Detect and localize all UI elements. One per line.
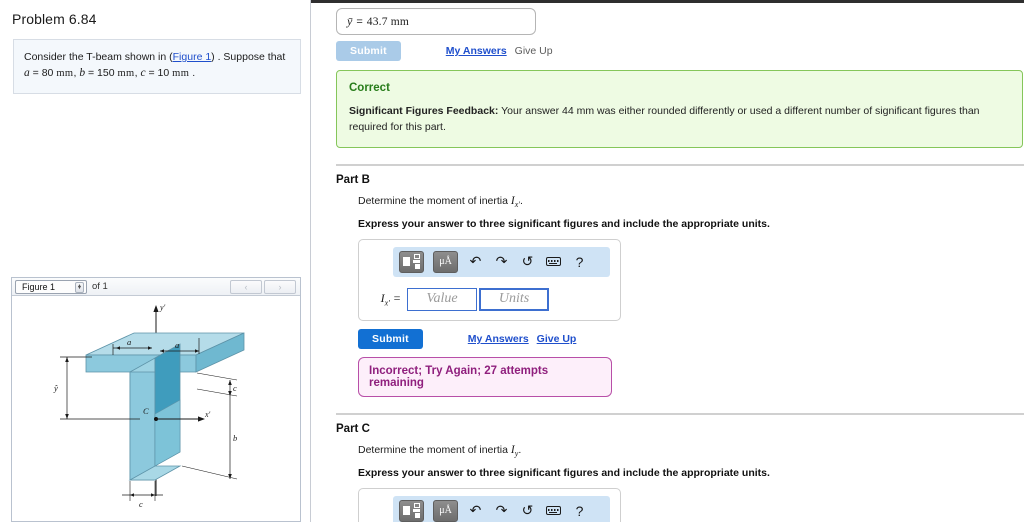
page-title: Problem 6.84 bbox=[12, 11, 97, 27]
help-icon[interactable]: ? bbox=[571, 501, 588, 521]
part-b-submit-button[interactable]: Submit bbox=[358, 328, 423, 349]
redo-icon[interactable]: ↷ bbox=[493, 252, 510, 272]
part-b-incorrect-feedback: Incorrect; Try Again; 27 attempts remain… bbox=[358, 356, 612, 397]
part-b-prompt: Determine the moment of inertia Ix'. bbox=[358, 195, 1024, 209]
given-a-var: a bbox=[24, 67, 30, 80]
redo-icon[interactable]: ↷ bbox=[493, 501, 510, 521]
figure-1-link[interactable]: Figure 1 bbox=[173, 51, 212, 63]
left-problem-panel: Problem 6.84 Consider the T-beam shown i… bbox=[0, 0, 311, 522]
part-b-answer-card: μÅ ↶ ↷ ↺ ? Ix' = Value Units bbox=[358, 238, 621, 321]
dim-label-b: b bbox=[233, 433, 237, 443]
reset-icon[interactable]: ↺ bbox=[519, 501, 536, 521]
part-b-instruction: Express your answer to three significant… bbox=[358, 217, 770, 230]
part-b-prompt-post: . bbox=[520, 194, 523, 207]
part-a-equals: = bbox=[356, 15, 363, 28]
template-icon[interactable] bbox=[399, 499, 424, 522]
right-answer-panel: ȳ = 43.7 mm Submit My Answers Give Up Co… bbox=[311, 0, 1024, 522]
part-b-give-up-link[interactable]: Give Up bbox=[537, 333, 577, 345]
feedback-heading: Correct bbox=[349, 82, 390, 94]
part-c-prompt-post: . bbox=[518, 443, 522, 456]
top-divider bbox=[311, 0, 1024, 3]
figure-count-label: of 1 bbox=[92, 281, 108, 292]
dim-label-a-right: a bbox=[175, 340, 179, 350]
figure-next-button[interactable]: › bbox=[264, 279, 296, 294]
part-b-units-input[interactable]: Units bbox=[479, 287, 549, 311]
given-a-unit: mm bbox=[56, 68, 74, 80]
part-a-answer-value: 43.7 mm bbox=[366, 15, 410, 28]
part-b-field-row: Ix' = Value Units bbox=[369, 287, 620, 311]
keyboard-icon[interactable] bbox=[545, 501, 562, 521]
given-c-unit: mm bbox=[172, 68, 190, 80]
units-glyph: μÅ bbox=[439, 504, 452, 516]
part-c-divider bbox=[336, 412, 1024, 415]
part-b-title: Part B bbox=[336, 173, 370, 186]
part-c-prompt-pre: Determine the moment of inertia bbox=[358, 443, 511, 456]
undo-icon[interactable]: ↶ bbox=[467, 252, 484, 272]
units-icon[interactable]: μÅ bbox=[433, 499, 458, 522]
units-glyph: μÅ bbox=[439, 255, 452, 267]
figure-panel-header: Figure 1 ▲ ▼ of 1 ‹ › bbox=[12, 278, 300, 296]
part-a-give-up-link[interactable]: Give Up bbox=[515, 45, 553, 57]
part-a-my-answers-link[interactable]: My Answers bbox=[446, 45, 507, 57]
given-c-var: c bbox=[140, 67, 146, 80]
given-b-eq: = 150 bbox=[87, 67, 115, 80]
dim-label-c-web: c bbox=[139, 499, 143, 509]
figure-image-area: y' a a ŷ C x' c b c bbox=[12, 296, 300, 521]
page-root: Problem 6.84 Consider the T-beam shown i… bbox=[0, 0, 1024, 522]
given-b-unit: mm bbox=[117, 68, 135, 80]
figure-prev-button[interactable]: ‹ bbox=[230, 279, 262, 294]
part-b-value-input[interactable]: Value bbox=[407, 287, 477, 311]
figure-nav: ‹ › bbox=[230, 279, 297, 294]
figure-panel: Figure 1 ▲ ▼ of 1 ‹ › y' a a ŷ C x' c b … bbox=[11, 277, 301, 522]
help-icon[interactable]: ? bbox=[571, 252, 588, 272]
part-c-answer-card: μÅ ↶ ↷ ↺ ? Iy = Value Units bbox=[358, 487, 621, 522]
part-b-prompt-pre: Determine the moment of inertia bbox=[358, 194, 511, 207]
t-beam-diagram: y' a a ŷ C x' c b c bbox=[53, 303, 245, 509]
part-b-my-answers-link[interactable]: My Answers bbox=[468, 333, 529, 345]
part-c-instruction: Express your answer to three significant… bbox=[358, 466, 770, 479]
figure-select-value: Figure 1 bbox=[22, 281, 56, 292]
part-b-action-row: Submit My Answers Give Up bbox=[358, 328, 1024, 349]
part-b-field-label: Ix' = bbox=[380, 291, 401, 308]
dim-label-ybar: ŷ bbox=[53, 383, 58, 393]
keyboard-icon[interactable] bbox=[545, 252, 562, 272]
reset-icon[interactable]: ↺ bbox=[519, 252, 536, 272]
statement-text-post: ) . Suppose that bbox=[211, 51, 286, 63]
part-a-submit-button[interactable]: Submit bbox=[336, 41, 401, 61]
figure-select[interactable]: Figure 1 ▲ ▼ bbox=[15, 279, 87, 294]
units-icon[interactable]: μÅ bbox=[433, 250, 458, 273]
part-a-answer-field[interactable]: ȳ = 43.7 mm bbox=[336, 8, 536, 35]
template-icon[interactable] bbox=[399, 250, 424, 273]
template-glyph bbox=[403, 254, 420, 270]
feedback-body-bold: Significant Figures Feedback: bbox=[349, 105, 499, 118]
undo-icon[interactable]: ↶ bbox=[467, 501, 484, 521]
feedback-body: Significant Figures Feedback: Your answe… bbox=[349, 105, 980, 133]
axis-label-y: y' bbox=[159, 303, 166, 312]
chevron-updown-icon: ▲ ▼ bbox=[75, 281, 84, 293]
given-c-eq: = 10 bbox=[148, 67, 170, 80]
part-a-answer-label: ȳ bbox=[347, 14, 353, 28]
dim-label-a-left: a bbox=[127, 337, 131, 347]
given-b-var: b bbox=[79, 67, 86, 80]
given-a-eq: = 80 bbox=[32, 67, 54, 80]
centroid-label: C bbox=[143, 406, 149, 416]
part-a-correct-feedback: Correct Significant Figures Feedback: Yo… bbox=[336, 70, 1023, 148]
problem-statement-box: Consider the T-beam shown in (Figure 1) … bbox=[13, 39, 301, 95]
part-b-field-sub: x' bbox=[384, 298, 390, 308]
statement-text-pre: Consider the T-beam shown in ( bbox=[24, 51, 173, 63]
part-a-action-row: Submit My Answers Give Up bbox=[336, 41, 1024, 61]
part-c-prompt: Determine the moment of inertia Iy. bbox=[358, 444, 1024, 458]
part-b-divider bbox=[336, 163, 1024, 166]
axis-label-x: x' bbox=[204, 410, 211, 419]
part-b-toolbar: μÅ ↶ ↷ ↺ ? bbox=[393, 246, 610, 277]
part-c-title: Part C bbox=[336, 422, 370, 435]
dim-label-c-flange: c bbox=[233, 383, 237, 393]
template-glyph bbox=[403, 503, 420, 519]
part-c-toolbar: μÅ ↶ ↷ ↺ ? bbox=[393, 495, 610, 522]
